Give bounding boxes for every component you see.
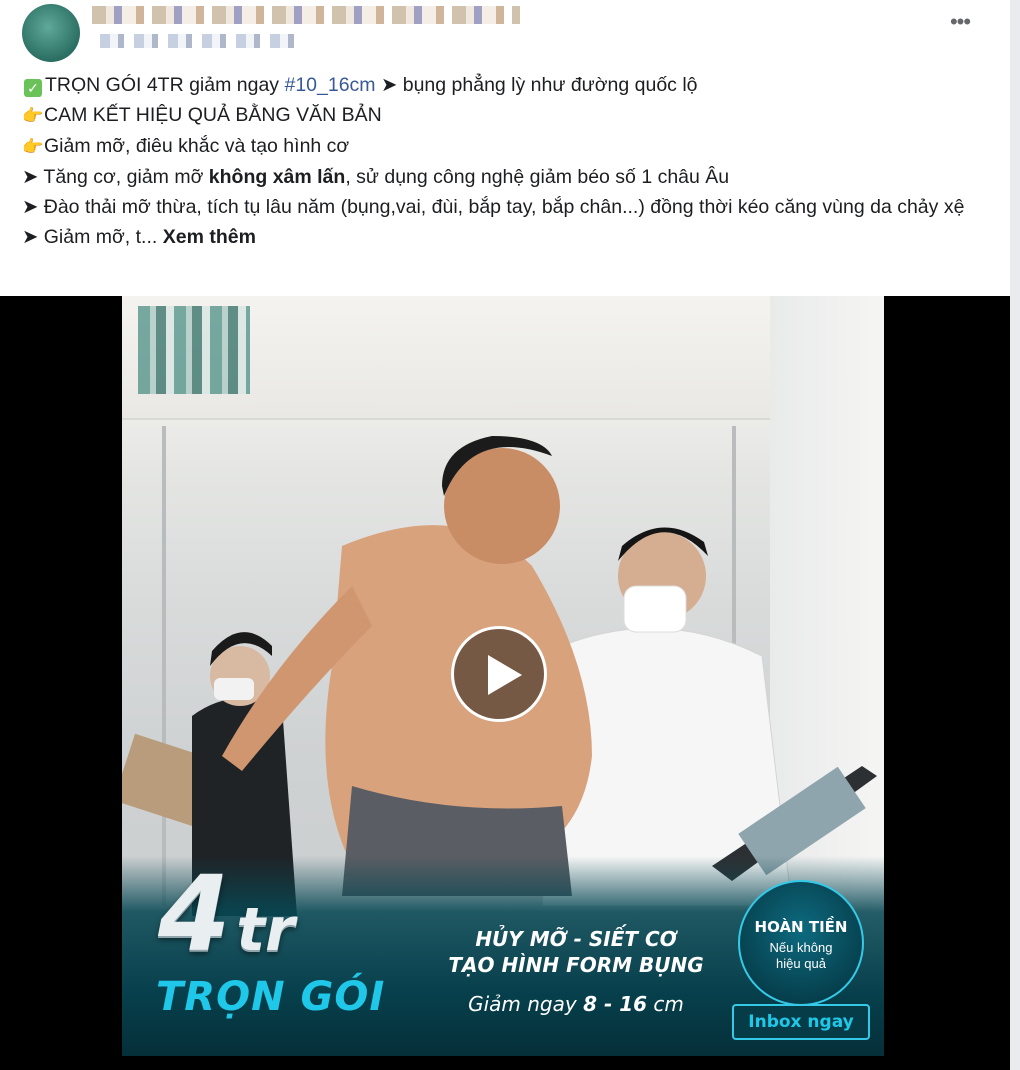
facebook-post-card: ••• ✓ TRỌN GÓI 4TR giảm ngay #10_16cm ➤ b… bbox=[0, 0, 1010, 1070]
package-label: TRỌN GÓI bbox=[156, 974, 386, 1020]
clinic-logo-blurred bbox=[138, 306, 250, 394]
post-line-1: ✓ TRỌN GÓI 4TR giảm ngay #10_16cm ➤ bụng … bbox=[22, 70, 992, 100]
post-line-5: ➤ Đào thải mỡ thừa, tích tụ lâu năm (bụn… bbox=[22, 196, 965, 218]
post-line-2: 👉CAM KẾT HIỆU QUẢ BẰNG VĂN BẢN bbox=[22, 100, 992, 131]
pointing-hand-icon: 👉 bbox=[22, 137, 44, 156]
promo-offer: Giảm ngay 8 - 16 cm bbox=[468, 992, 684, 1016]
check-mark-icon: ✓ bbox=[24, 79, 42, 97]
post-line-4: ➤ Tăng cơ, giảm mỡ không xâm lấn, sử dụn… bbox=[22, 166, 730, 188]
price-headline: 4 tr bbox=[158, 853, 295, 975]
pointing-hand-icon: 👉 bbox=[22, 106, 44, 125]
page-avatar[interactable] bbox=[22, 4, 80, 62]
video-player[interactable]: 4 tr TRỌN GÓI HỦY MỠ - SIẾT CƠ TẠO HÌNH F… bbox=[0, 296, 1010, 1070]
promo-tagline: HỦY MỠ - SIẾT CƠ TẠO HÌNH FORM BỤNG bbox=[448, 927, 704, 977]
post-line-6: ➤ Giảm mỡ, t... Xem thêm bbox=[22, 226, 256, 248]
play-icon bbox=[488, 655, 522, 695]
more-options-icon[interactable]: ••• bbox=[944, 11, 976, 36]
author-name-blurred[interactable] bbox=[92, 6, 520, 24]
inbox-now-button[interactable]: Inbox ngay bbox=[732, 1004, 870, 1040]
see-more-link[interactable]: Xem thêm bbox=[163, 226, 256, 248]
post-meta-blurred bbox=[100, 34, 298, 48]
post-text: ✓ TRỌN GÓI 4TR giảm ngay #10_16cm ➤ bụng … bbox=[22, 70, 992, 252]
post-line-3: 👉Giảm mỡ, điêu khắc và tạo hình cơ bbox=[22, 131, 992, 162]
play-button[interactable] bbox=[451, 626, 547, 722]
promo-banner: 4 tr TRỌN GÓI HỦY MỠ - SIẾT CƠ TẠO HÌNH F… bbox=[122, 856, 884, 1056]
hashtag-link[interactable]: #10_16cm bbox=[284, 74, 375, 96]
patient-figure bbox=[222, 436, 592, 896]
refund-badge: HOÀN TIỀN Nếu không hiệu quả bbox=[738, 880, 864, 1006]
